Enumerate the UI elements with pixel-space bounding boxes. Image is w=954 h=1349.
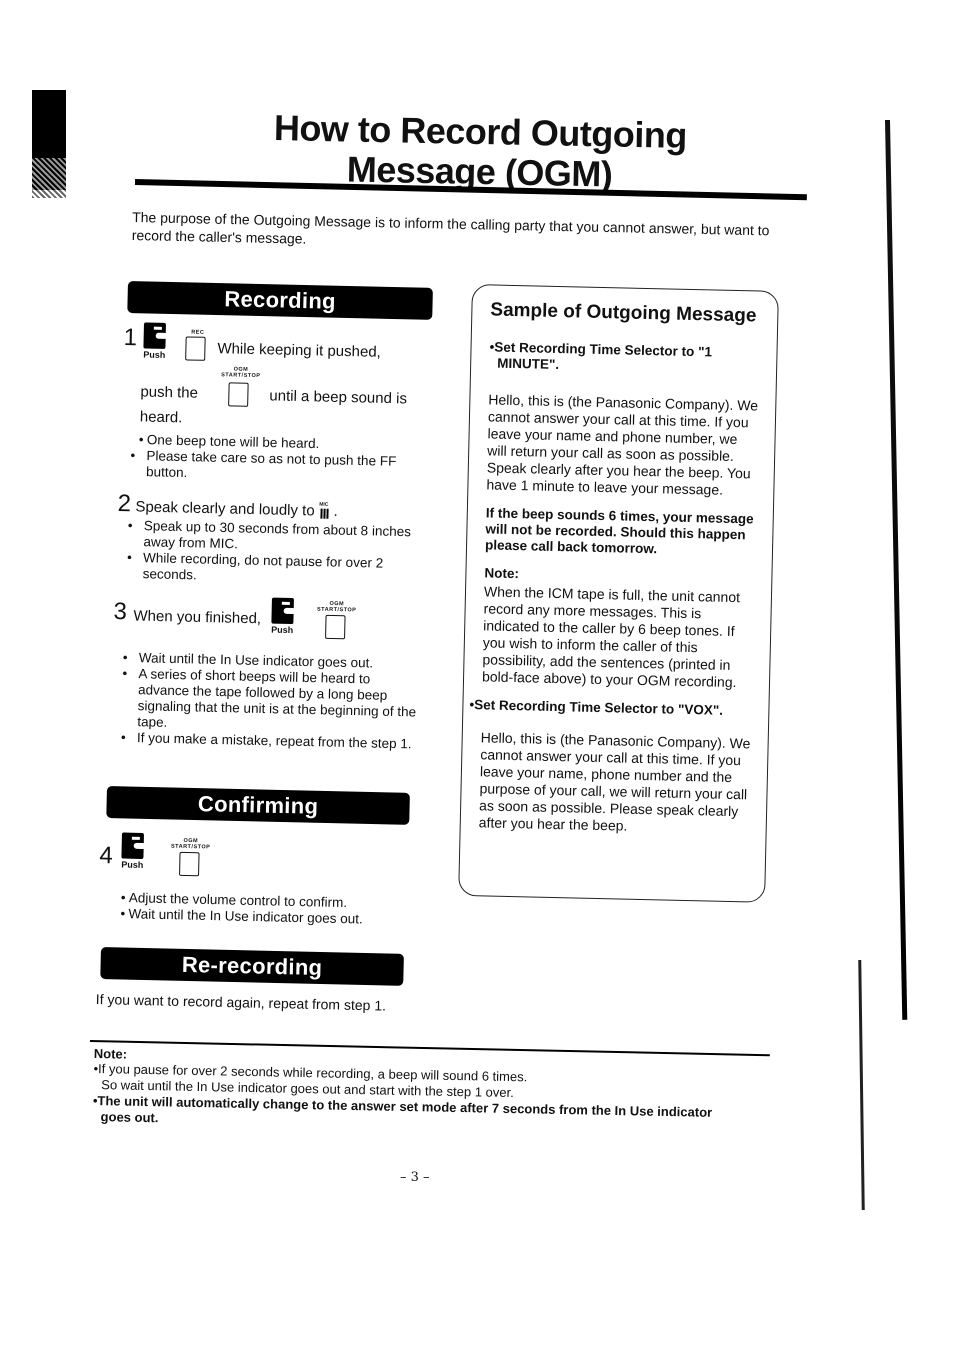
ogm-start-stop-label: OGM START/STOP	[221, 366, 261, 380]
bullet-item: • While recording, do not pause for over …	[126, 549, 384, 583]
step-2-bullets: • Speak up to 30 seconds from about 8 inc…	[126, 518, 426, 589]
page-number: – 3 –	[400, 1170, 430, 1185]
step-1-bullets: • One beep tone will be heard. • Please ta…	[130, 432, 429, 487]
push-hand-icon: Push	[121, 832, 146, 870]
step-1: 1 Push REC While keeping it pushed, push…	[123, 322, 408, 427]
step-3: 3 When you finished, Push OGM START/STOP	[113, 594, 434, 651]
ogm-start-stop-button-icon	[325, 614, 346, 640]
confirming-heading: Confirming	[106, 786, 410, 825]
rec-label: REC	[191, 329, 205, 336]
push-hand-icon: Push	[271, 597, 296, 635]
scan-artifact-tab	[32, 90, 66, 198]
recording-section: Recording	[127, 281, 433, 320]
push-hand-icon: Push	[143, 322, 168, 360]
ogm-start-stop-button-icon	[179, 851, 200, 877]
bullet-item: • Please take care so as not to push the …	[130, 447, 397, 481]
set-vox-instruction: •Set Recording Time Selector to "VOX".	[469, 697, 724, 718]
ogm-start-stop-label: OGM START/STOP	[316, 600, 357, 614]
ogm-start-stop-label: OGM START/STOP	[170, 837, 211, 851]
sample-message-1: Hello, this is (the Panasonic Company). …	[486, 391, 759, 498]
intro-paragraph: The purpose of the Outgoing Message is t…	[131, 209, 770, 247]
bullet-item: • A series of short beeps will be heard t…	[122, 665, 417, 730]
rerecording-section: Re-recording	[100, 947, 404, 986]
set-1-minute-instruction: •Set Recording Time Selector to "1 MINUT…	[489, 339, 713, 372]
sample-bold-message: If the beep sounds 6 times, your message…	[484, 505, 754, 557]
step-4-bullets: • Adjust the volume control to confirm. •…	[120, 890, 411, 929]
step-3-bullets: • Wait until the In Use indicator goes ou…	[121, 650, 421, 753]
mic-icon: MIC	[319, 501, 329, 519]
ogm-start-stop-button-icon	[228, 382, 249, 407]
scan-artifact-edge	[885, 119, 908, 1020]
rec-button-icon	[185, 336, 206, 361]
sample-message-2: Hello, this is (the Panasonic Company). …	[478, 729, 751, 834]
rerecording-text: If you want to record again, repeat from…	[95, 990, 387, 1014]
rerecording-heading: Re-recording	[100, 947, 404, 986]
note-text: When the ICM tape is full, the unit cann…	[481, 583, 741, 691]
sample-heading: Sample of Outgoing Message	[490, 299, 757, 327]
confirming-section: Confirming	[106, 786, 410, 825]
bottom-note: Note: •If you pause for over 2 seconds w…	[92, 1046, 753, 1138]
sample-ogm-card: Sample of Outgoing Message •Set Recordin…	[458, 284, 779, 903]
step-4: 4 Push OGM START/STOP	[99, 832, 300, 887]
step-number: 1	[123, 323, 138, 352]
recording-heading: Recording	[127, 281, 433, 320]
scan-artifact-edge	[858, 959, 865, 1211]
